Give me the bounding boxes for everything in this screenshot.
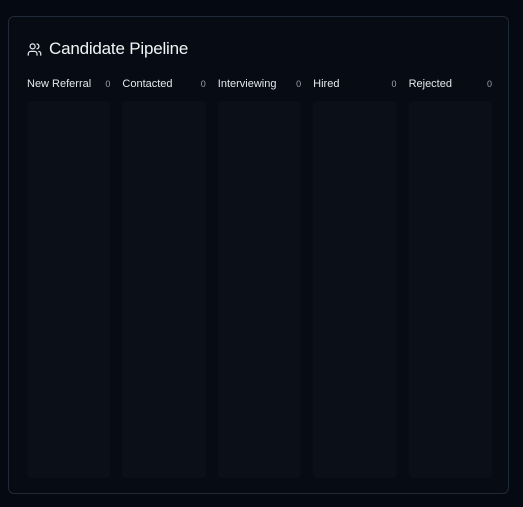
column-contacted: Contacted 0	[122, 75, 206, 478]
users-icon	[27, 42, 42, 57]
column-rejected: Rejected 0	[408, 75, 492, 478]
column-interviewing: Interviewing 0	[217, 75, 302, 478]
column-count: 0	[486, 79, 492, 89]
column-label: Rejected	[408, 78, 452, 90]
column-dropzone[interactable]	[27, 101, 111, 478]
column-dropzone[interactable]	[408, 101, 492, 478]
column-label: Interviewing	[217, 78, 277, 90]
column-dropzone[interactable]	[122, 101, 206, 478]
column-new-referral: New Referral 0	[27, 75, 111, 478]
column-label: Contacted	[122, 78, 173, 90]
column-count: 0	[200, 79, 206, 89]
column-header: Rejected 0	[409, 75, 492, 93]
column-label: New Referral	[27, 78, 92, 90]
column-header: Hired 0	[313, 75, 396, 93]
pipeline-card: Candidate Pipeline New Referral 0 Contac…	[8, 16, 509, 494]
column-header: Contacted 0	[122, 75, 205, 93]
column-count: 0	[296, 79, 302, 89]
column-label: Hired	[313, 78, 340, 90]
column-hired: Hired 0	[313, 75, 397, 478]
card-title: Candidate Pipeline	[49, 39, 189, 58]
column-dropzone[interactable]	[217, 101, 302, 478]
pipeline-columns: New Referral 0 Contacted 0 Interviewing …	[27, 75, 494, 478]
column-header: New Referral 0	[27, 75, 110, 93]
column-header: Interviewing 0	[218, 75, 301, 93]
column-count: 0	[105, 79, 111, 89]
card-header: Candidate Pipeline	[27, 39, 188, 59]
column-count: 0	[391, 79, 397, 89]
column-dropzone[interactable]	[313, 101, 397, 478]
